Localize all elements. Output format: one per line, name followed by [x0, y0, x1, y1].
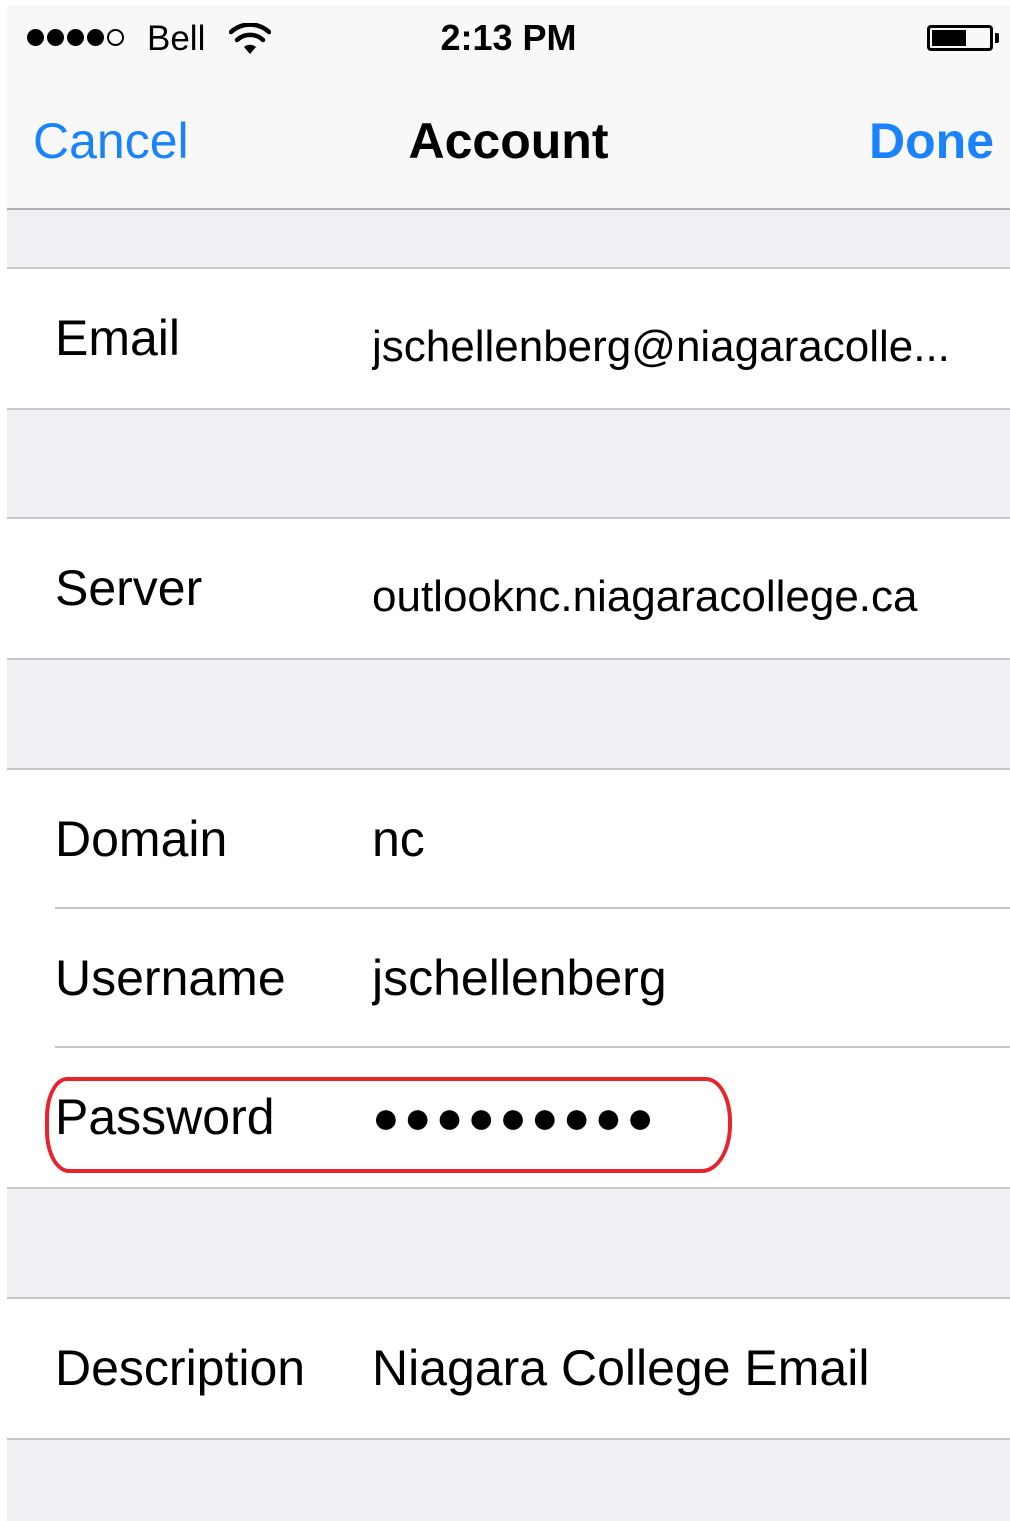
done-button[interactable]: Done	[869, 111, 994, 171]
username-label: Username	[55, 950, 286, 1006]
battery-tip	[995, 33, 999, 43]
email-field[interactable]: jschellenberg@niagaracolle...	[372, 277, 974, 416]
username-row[interactable]: Username jschellenberg	[7, 909, 1010, 1048]
domain-label: Domain	[55, 811, 228, 867]
status-time: 2:13 PM	[440, 17, 577, 58]
password-field[interactable]: ●●●●●●●●●	[372, 1048, 974, 1187]
nav-bar: Cancel Account Done	[7, 71, 1010, 208]
email-group: Email jschellenberg@niagaracolle...	[7, 267, 1010, 410]
description-group: Description Niagara College Email	[7, 1297, 1010, 1440]
password-row[interactable]: Password ●●●●●●●●●	[7, 1048, 1010, 1187]
description-field[interactable]: Niagara College Email	[372, 1299, 974, 1438]
server-label: Server	[55, 560, 203, 616]
email-row[interactable]: Email jschellenberg@niagaracolle...	[7, 269, 1010, 408]
domain-row[interactable]: Domain nc	[7, 770, 1010, 909]
description-label: Description	[55, 1340, 306, 1396]
server-field[interactable]: outlooknc.niagaracollege.ca	[372, 527, 974, 666]
email-label: Email	[55, 310, 181, 366]
status-bar: Bell 2:13 PM	[7, 5, 1010, 71]
account-settings-screen: Bell 2:13 PM Cancel Account Done Email j…	[7, 5, 1010, 1521]
password-label: Password	[55, 1089, 275, 1145]
credentials-group: Domain nc Username jschellenberg Passwor…	[7, 768, 1010, 1189]
server-row[interactable]: Server outlooknc.niagaracollege.ca	[7, 519, 1010, 658]
battery-icon	[927, 25, 993, 51]
header: Bell 2:13 PM Cancel Account Done	[7, 5, 1010, 210]
username-field[interactable]: jschellenberg	[372, 909, 974, 1048]
domain-field[interactable]: nc	[372, 770, 974, 909]
battery-level	[932, 30, 966, 46]
cancel-button[interactable]: Cancel	[33, 111, 189, 171]
server-group: Server outlooknc.niagaracollege.ca	[7, 517, 1010, 660]
description-row[interactable]: Description Niagara College Email	[7, 1299, 1010, 1438]
